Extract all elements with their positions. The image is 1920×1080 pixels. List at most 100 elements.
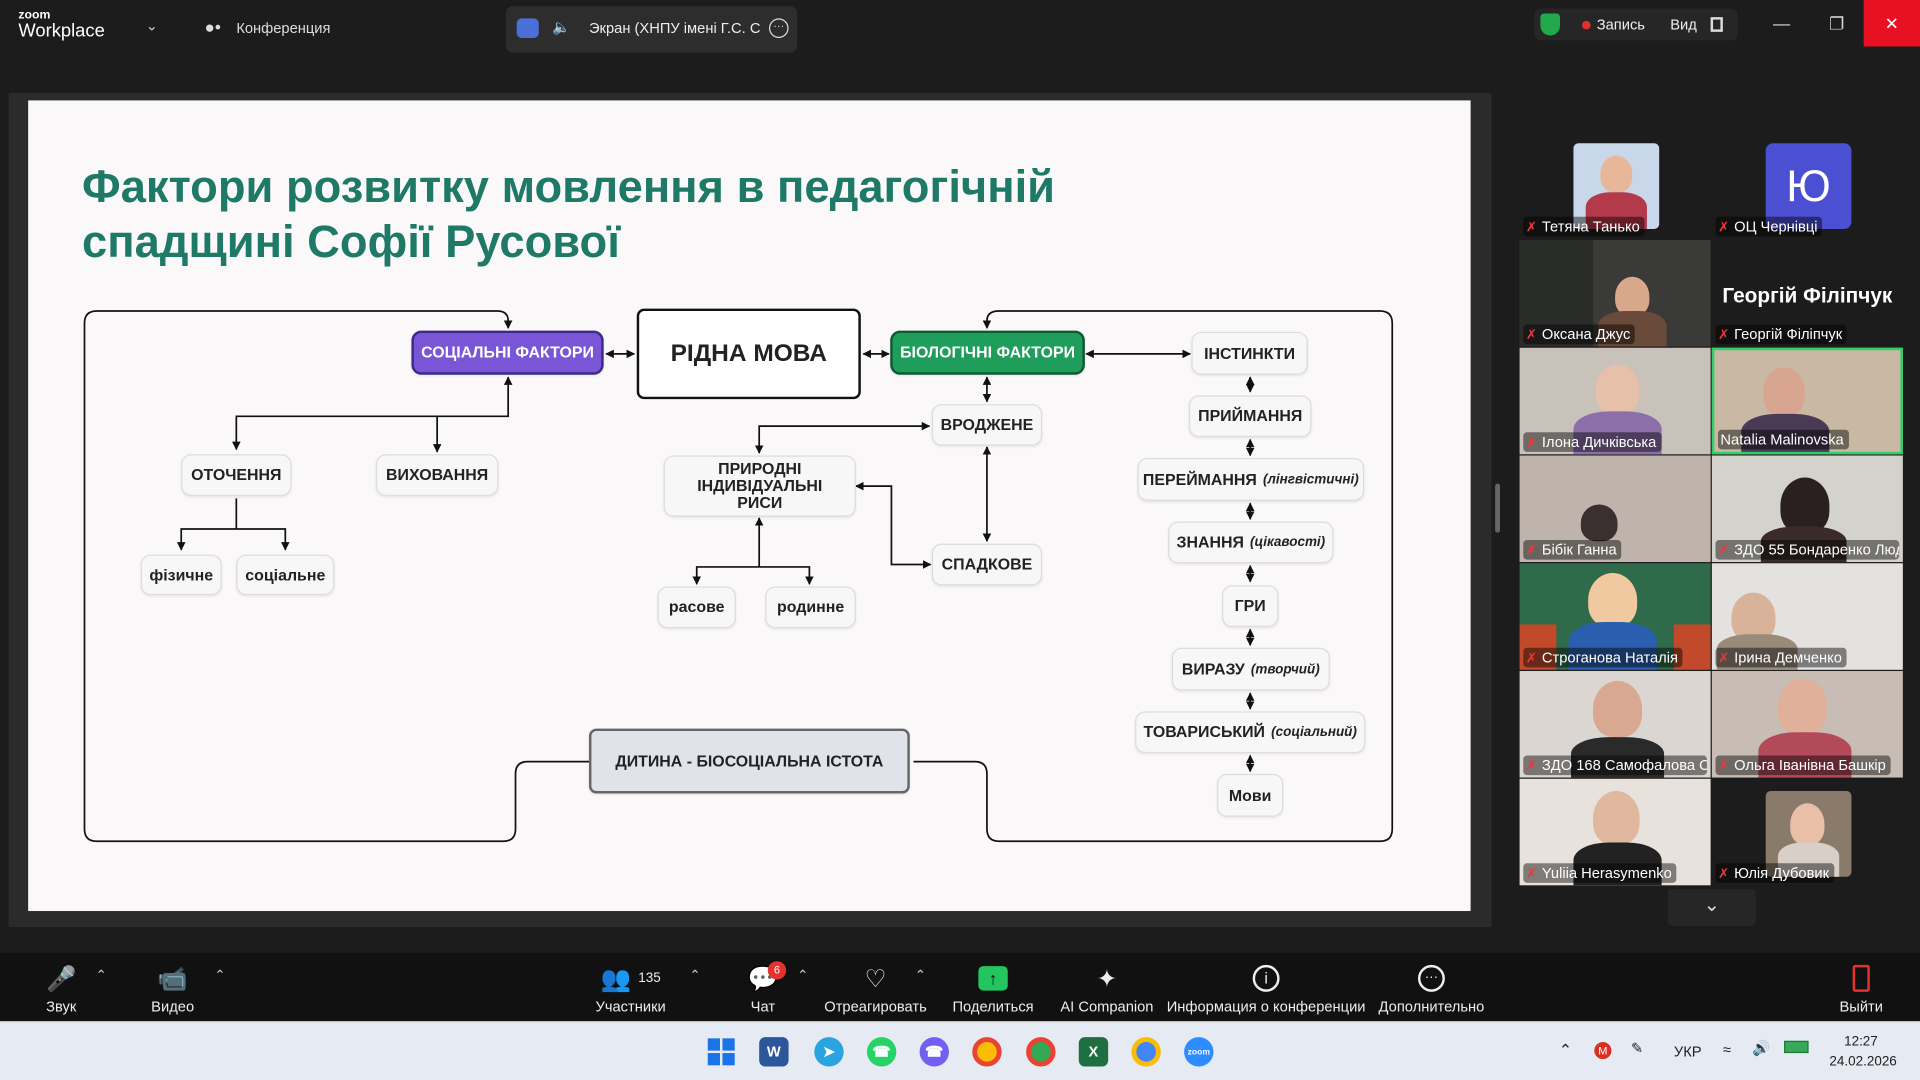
- node-movy: Мови: [1217, 773, 1284, 817]
- maximize-button[interactable]: ❐: [1809, 0, 1865, 47]
- participants-button[interactable]: 👥 135 Участники: [588, 953, 674, 1022]
- participant-name: ✗ЗДО 168 Самофалова Олена: [1523, 755, 1707, 776]
- view-grid-icon[interactable]: [1710, 17, 1723, 32]
- word-icon[interactable]: W: [759, 1037, 789, 1067]
- clock-time[interactable]: 12:27: [1844, 1035, 1878, 1050]
- node-biological-factors: БІОЛОГІЧНІ ФАКТОРИ: [890, 330, 1085, 375]
- mic-muted-icon: ✗: [1525, 327, 1538, 343]
- ai-companion-label: AI Companion: [1060, 997, 1154, 1016]
- leave-button[interactable]: Выйти: [1833, 953, 1889, 1022]
- screen-share-tab[interactable]: 🔈 Экран (ХНПУ імені Г.С. Сковороди) ···: [505, 6, 798, 53]
- react-button[interactable]: ♡ Отреагировать: [823, 953, 928, 1022]
- chrome-profile-2-icon[interactable]: [1131, 1037, 1161, 1067]
- clock-date[interactable]: 24.02.2026: [1829, 1054, 1896, 1069]
- participants-count: 135: [638, 971, 661, 986]
- wifi-icon[interactable]: ≈: [1723, 1041, 1731, 1058]
- node-pereimannia-label: ПЕРЕЙМАННЯ: [1142, 469, 1257, 488]
- windows-start-icon[interactable]: [707, 1037, 736, 1066]
- video-button[interactable]: 📹 Видео: [136, 953, 209, 1022]
- participant-tile[interactable]: ✗ЗДО 168 Самофалова Олена: [1519, 671, 1711, 778]
- participant-tile-active-speaker[interactable]: Natalia Malinovska: [1711, 347, 1903, 455]
- mic-muted-icon: ✗: [1525, 543, 1538, 558]
- mic-muted-icon: ✗: [1717, 650, 1730, 666]
- participant-name: ✗ Оксана Джус: [1523, 324, 1636, 345]
- tray-app-icon[interactable]: M: [1594, 1042, 1612, 1060]
- react-options-caret[interactable]: ⌃: [915, 967, 926, 984]
- more-options-icon[interactable]: ···: [768, 18, 789, 38]
- sparkle-icon: ✦: [1096, 965, 1118, 993]
- volume-icon[interactable]: 🔊: [1752, 1040, 1770, 1057]
- participant-name: ✗ Ілона Дичківська: [1523, 432, 1662, 452]
- audio-label: Звук: [46, 997, 77, 1016]
- participant-tile[interactable]: ✗ Тетяна Танько: [1520, 132, 1711, 239]
- node-vykhovannia: ВИХОВАННЯ: [375, 454, 499, 496]
- close-button[interactable]: ✕: [1863, 0, 1920, 47]
- node-spadkove: СПАДКОВЕ: [931, 543, 1043, 586]
- participant-tile[interactable]: ✗ Оксана Джус: [1519, 240, 1711, 347]
- screen-share-label: Экран (ХНПУ імені Г.С. Сковороди): [588, 19, 761, 37]
- participant-tile[interactable]: ✗ Бібік Ганна: [1519, 455, 1711, 563]
- telegram-icon[interactable]: ➤: [814, 1037, 844, 1067]
- pen-input-icon[interactable]: ✎: [1631, 1040, 1643, 1057]
- excel-icon[interactable]: X: [1078, 1037, 1109, 1067]
- ai-companion-button[interactable]: ✦ AI Companion: [1058, 953, 1156, 1022]
- chrome-icon[interactable]: [972, 1037, 1002, 1067]
- participant-name: ✗ЗДО 55 Бондаренко Людмила: [1715, 540, 1900, 560]
- gallery-scroll-down-button[interactable]: ⌄: [1667, 888, 1756, 926]
- view-button[interactable]: Вид: [1670, 16, 1697, 33]
- exit-door-icon: [1852, 960, 1870, 997]
- participant-tile[interactable]: ✗ Юлія Дубовик: [1712, 779, 1903, 886]
- chrome-profile-icon[interactable]: [1026, 1037, 1056, 1067]
- viber-icon[interactable]: ☎: [919, 1037, 949, 1067]
- panel-resize-handle[interactable]: [1495, 483, 1501, 533]
- mic-muted-icon: ✗: [1525, 435, 1538, 451]
- more-label: Дополнительно: [1378, 997, 1485, 1016]
- participant-tile[interactable]: ✗ Ольга Іванівна Башкір: [1711, 671, 1903, 778]
- audio-options-caret[interactable]: ⌃: [96, 967, 107, 984]
- recording-label[interactable]: Запись: [1597, 16, 1645, 33]
- participant-name: ✗ Юлія Дубовик: [1715, 863, 1834, 883]
- whatsapp-icon[interactable]: ☎: [866, 1037, 897, 1067]
- video-options-caret[interactable]: ⌃: [214, 967, 225, 984]
- node-native-language: РІДНА МОВА: [636, 308, 861, 400]
- battery-icon[interactable]: [1784, 1040, 1809, 1054]
- node-tovaryskyi-note: (соціальний): [1271, 724, 1357, 740]
- mic-muted-icon: ✗: [1717, 866, 1730, 882]
- participant-tile[interactable]: Георгій Філіпчук ✗ Георгій Філіпчук: [1711, 240, 1903, 347]
- node-pereimannia: ПЕРЕЙМАННЯ (лінгвістичні): [1137, 457, 1365, 501]
- tray-overflow-icon[interactable]: ⌃: [1559, 1041, 1572, 1061]
- chat-options-caret[interactable]: ⌃: [797, 967, 808, 984]
- participant-name: Natalia Malinovska: [1717, 429, 1849, 450]
- minimize-button[interactable]: —: [1753, 0, 1809, 47]
- heart-icon: ♡: [864, 965, 887, 993]
- video-label: Видео: [151, 997, 195, 1016]
- chat-label: Чат: [750, 997, 776, 1016]
- participant-name: ✗ Yuliia Herasymenko: [1523, 863, 1677, 883]
- node-dytyna: ДИТИНА - БІОСОЦІАЛЬНА ІСТОТА: [588, 728, 910, 794]
- share-button[interactable]: ↑ Поделиться: [953, 953, 1034, 1022]
- participant-tile[interactable]: Ю ✗ ОЦ Чернівці: [1712, 132, 1903, 239]
- chevron-down-icon[interactable]: ⌄: [146, 17, 158, 34]
- participant-name: ✗ Тетяна Танько: [1523, 216, 1645, 237]
- language-indicator[interactable]: УКР: [1674, 1043, 1702, 1060]
- shield-icon[interactable]: [1540, 13, 1561, 36]
- mic-muted-icon: ✗: [1525, 758, 1538, 774]
- audio-button[interactable]: 🎤 Звук: [24, 953, 97, 1022]
- participant-tile[interactable]: ✗ Ілона Дичківська: [1519, 347, 1711, 455]
- mic-muted-icon: ✗: [1717, 543, 1730, 558]
- participant-tile[interactable]: ✗ Строганова Наталія: [1519, 563, 1711, 670]
- participants-icon: 👥 135: [600, 965, 661, 993]
- conference-tab-label[interactable]: Конференция: [236, 20, 330, 37]
- participant-tile[interactable]: ✗ЗДО 55 Бондаренко Людмила: [1711, 455, 1903, 563]
- mic-muted-icon: ✗: [1717, 327, 1730, 343]
- node-instynkty: ІНСТИНКТИ: [1191, 331, 1308, 375]
- participant-tile[interactable]: ✗ Yuliia Herasymenko: [1519, 778, 1711, 886]
- participants-options-caret[interactable]: ⌃: [689, 967, 700, 984]
- participant-tile[interactable]: ✗ Ірина Демченко: [1711, 563, 1903, 670]
- more-button[interactable]: ··· Дополнительно: [1379, 953, 1484, 1022]
- video-off-icon: 📹: [157, 965, 188, 993]
- participant-name: ✗ Бібік Ганна: [1523, 540, 1622, 560]
- speaker-icon: 🔈: [552, 18, 571, 36]
- meeting-info-button[interactable]: i Информация о конференции: [1167, 953, 1365, 1022]
- zoom-app-icon[interactable]: zoom: [1184, 1037, 1214, 1067]
